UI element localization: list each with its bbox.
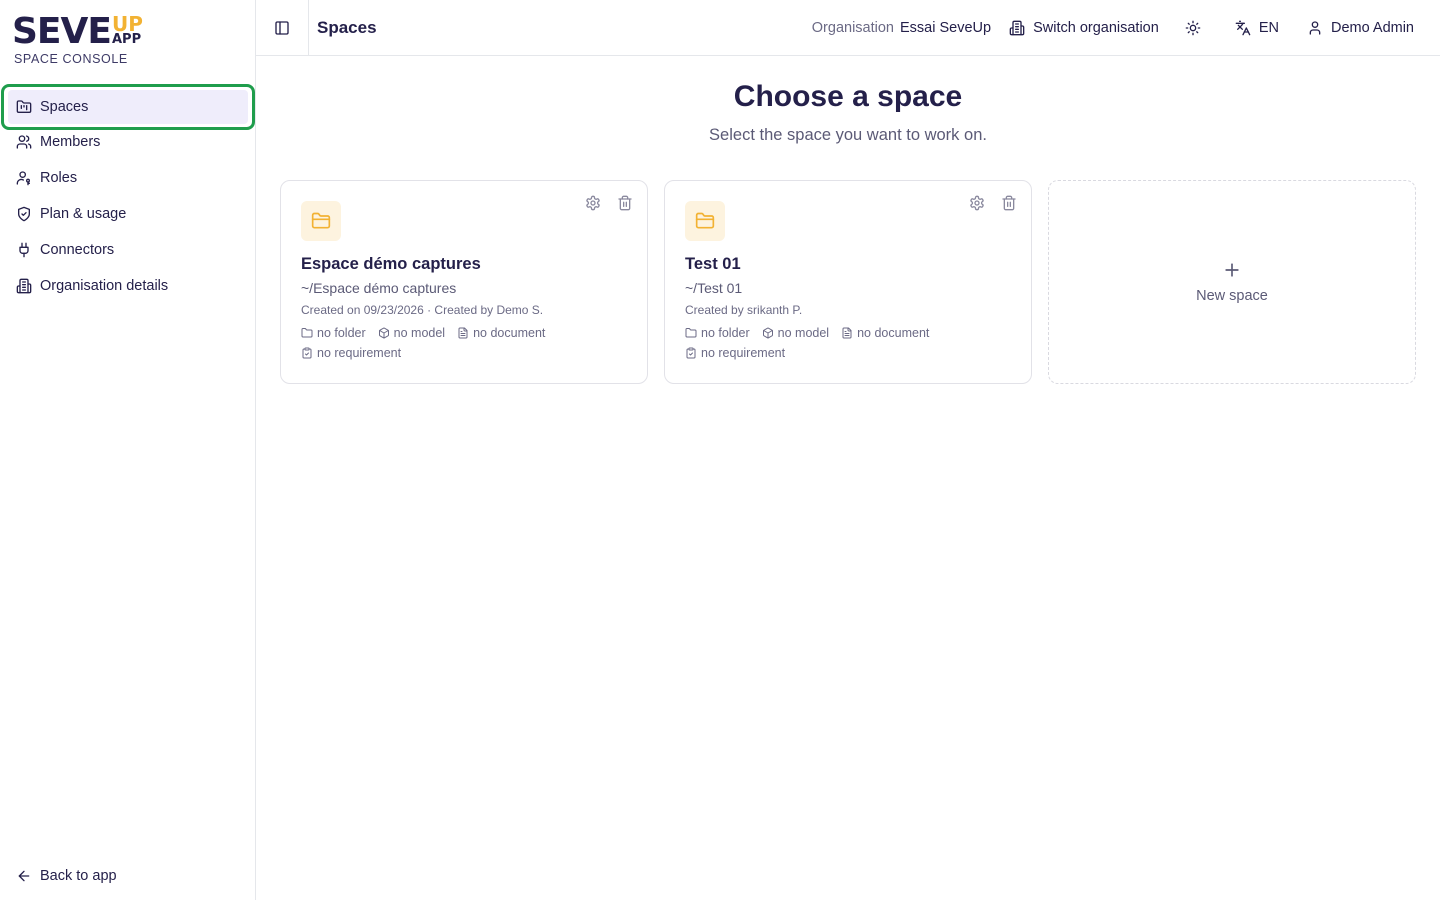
space-card[interactable]: Espace démo captures ~/Espace démo captu… (280, 180, 648, 384)
user-key-icon (16, 170, 32, 186)
new-space-label: New space (1196, 288, 1268, 304)
space-meta: Created by srikanth P. (685, 303, 803, 317)
switch-organisation-button[interactable]: Switch organisation (1009, 20, 1159, 36)
space-meta: Created on 09/23/2026 · Created by Demo … (301, 303, 544, 317)
clipboard-check-icon (685, 347, 697, 359)
sidebar-item-label: Roles (40, 170, 78, 186)
language-label: EN (1258, 19, 1279, 36)
plug-icon (16, 242, 32, 258)
stat-documents: no document (457, 326, 545, 340)
plus-icon (1222, 260, 1242, 280)
sidebar-item-spaces[interactable]: Spaces (1, 84, 255, 130)
file-text-icon (457, 327, 469, 339)
stat-label: no requirement (317, 346, 402, 360)
stat-documents: no document (841, 326, 929, 340)
clipboard-check-icon (301, 347, 313, 359)
users-icon (16, 134, 32, 150)
stat-requirements: no requirement (301, 346, 401, 360)
stat-label: no folder (701, 326, 750, 340)
stat-models: no model (378, 326, 445, 340)
space-settings-button[interactable] (967, 193, 987, 213)
back-to-app-label: Back to app (40, 868, 117, 884)
file-text-icon (841, 327, 853, 339)
stat-folders: no folder (301, 326, 366, 340)
new-space-button[interactable]: New space (1048, 180, 1416, 384)
shield-check-icon (16, 206, 32, 222)
stat-label: no model (777, 326, 830, 340)
sidebar-item-label: Spaces (40, 99, 89, 115)
space-card[interactable]: Test 01 ~/Test 01 Created by srikanth P.… (664, 180, 1032, 384)
top-bar: Spaces Organisation Essai SeveUp Switch … (256, 0, 1440, 56)
building-icon (1009, 20, 1025, 36)
sidebar-item-label: Plan & usage (40, 206, 127, 222)
back-to-app-link[interactable]: Back to app (0, 858, 256, 894)
space-path: ~/Test 01 (685, 280, 743, 296)
stat-label: no folder (317, 326, 366, 340)
space-folder-badge (685, 201, 725, 241)
gear-icon (969, 195, 985, 211)
folder-icon (311, 211, 331, 231)
space-delete-button[interactable] (615, 193, 635, 213)
space-folder-badge (301, 201, 341, 241)
building-icon (16, 278, 32, 294)
trash-icon (617, 195, 633, 211)
organisation-label: Organisation (811, 19, 894, 36)
sidebar-toggle-button[interactable] (256, 0, 309, 56)
space-path: ~/Espace démo captures (301, 280, 457, 296)
space-delete-button[interactable] (999, 193, 1019, 213)
user-menu-button[interactable]: Demo Admin (1307, 20, 1414, 36)
user-icon (1307, 20, 1323, 36)
language-selector[interactable]: EN (1235, 20, 1279, 36)
sidebar-item-label: Organisation details (40, 278, 169, 294)
sidebar-item-members[interactable]: Members (0, 124, 256, 160)
stat-label: no document (473, 326, 546, 340)
stat-requirements: no requirement (685, 346, 785, 360)
sidebar-item-organisation-details[interactable]: Organisation details (0, 268, 256, 304)
choose-space-subheading: Select the space you want to work on. (709, 126, 987, 144)
folder-kanban-icon (16, 99, 32, 115)
space-settings-button[interactable] (583, 193, 603, 213)
sidebar: SEVE UP APP SPACE CONSOLE Spaces Members… (0, 0, 256, 900)
stat-label: no document (857, 326, 930, 340)
space-stats: no folder no model no document no requir… (685, 326, 1015, 360)
sidebar-item-plan-usage[interactable]: Plan & usage (0, 196, 256, 232)
page-title: Spaces (317, 17, 377, 37)
sidebar-item-label: Members (40, 134, 101, 150)
folder-icon (685, 327, 697, 339)
space-title: Test 01 (685, 255, 741, 273)
stat-label: no requirement (701, 346, 786, 360)
choose-space-heading: Choose a space (733, 80, 963, 113)
main-content: Choose a space Select the space you want… (256, 56, 1440, 900)
sun-icon (1185, 20, 1201, 36)
panel-left-icon (274, 20, 290, 36)
folder-icon (301, 327, 313, 339)
trash-icon (1001, 195, 1017, 211)
user-name: Demo Admin (1330, 19, 1414, 36)
console-subtitle: SPACE CONSOLE (14, 52, 128, 66)
box-icon (762, 327, 774, 339)
space-card-actions (571, 193, 635, 213)
top-bar-actions: Organisation Essai SeveUp Switch organis… (812, 0, 1440, 56)
space-stats: no folder no model no document no requir… (301, 326, 631, 360)
switch-organisation-label: Switch organisation (1033, 19, 1159, 36)
organisation-name: Essai SeveUp (900, 19, 992, 36)
sidebar-nav: Spaces Members Roles Plan & usage Connec… (0, 84, 256, 304)
logo-text-app: APP (112, 32, 142, 47)
space-card-actions (955, 193, 1019, 213)
sidebar-item-roles[interactable]: Roles (0, 160, 256, 196)
arrow-left-icon (16, 868, 32, 884)
stat-folders: no folder (685, 326, 750, 340)
stat-models: no model (762, 326, 829, 340)
gear-icon (585, 195, 601, 211)
sidebar-item-connectors[interactable]: Connectors (0, 232, 256, 268)
box-icon (378, 327, 390, 339)
logo-text-main: SEVE (12, 11, 112, 52)
stat-label: no model (393, 326, 446, 340)
space-title: Espace démo captures (301, 255, 481, 273)
folder-icon (695, 211, 715, 231)
logo-text-up: UP (112, 12, 143, 36)
sidebar-item-label: Connectors (40, 242, 115, 258)
theme-toggle-button[interactable] (1185, 20, 1201, 36)
languages-icon (1235, 20, 1251, 36)
